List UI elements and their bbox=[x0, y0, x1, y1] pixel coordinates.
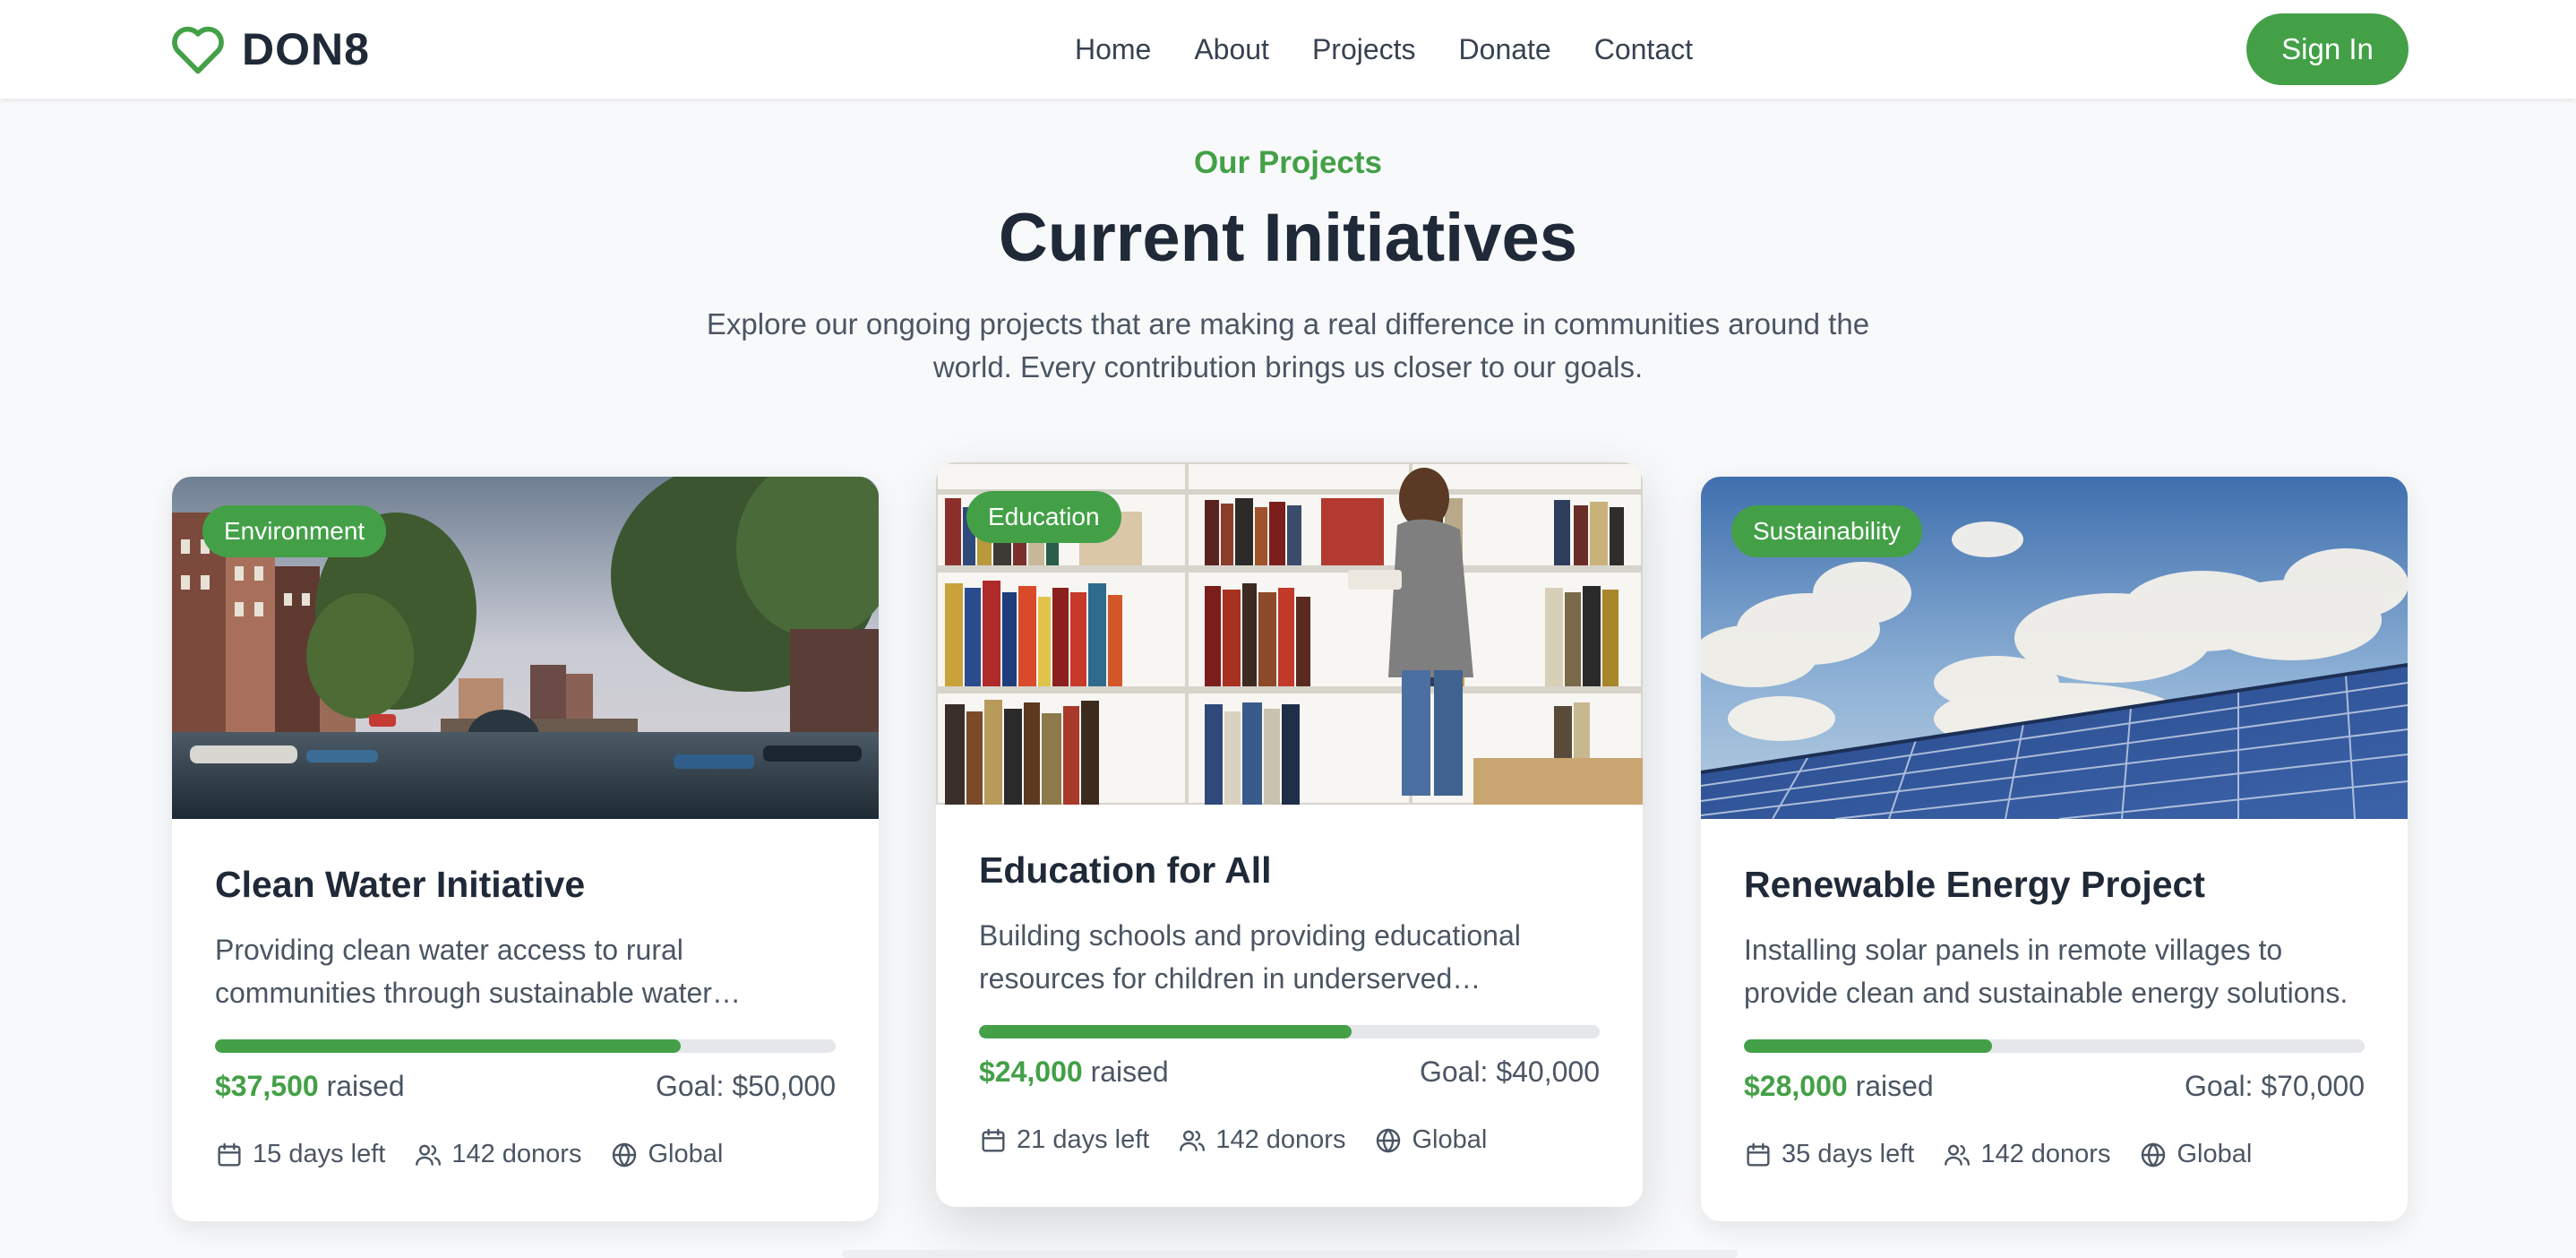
users-icon bbox=[1180, 1130, 1206, 1151]
progress-fill bbox=[215, 1039, 681, 1053]
goal-amount: Goal: $50,000 bbox=[655, 1070, 836, 1102]
days-left-text: 15 days left bbox=[253, 1140, 386, 1168]
goal-amount: Goal: $40,000 bbox=[1419, 1056, 1600, 1088]
section-divider bbox=[842, 1250, 1738, 1258]
location: Global bbox=[610, 1140, 723, 1169]
nav-about[interactable]: About bbox=[1194, 33, 1269, 66]
users-icon bbox=[1945, 1144, 1971, 1166]
section-subtitle: Explore our ongoing projects that are ma… bbox=[706, 307, 1870, 383]
days-left: 35 days left bbox=[1744, 1140, 1914, 1169]
nav-donate[interactable]: Donate bbox=[1459, 33, 1551, 66]
nav-contact[interactable]: Contact bbox=[1594, 33, 1693, 66]
project-image-canal: Environment bbox=[172, 477, 879, 819]
project-description: Building schools and providing education… bbox=[979, 919, 1521, 995]
globe-icon bbox=[2142, 1142, 2166, 1168]
project-card[interactable]: Sustainability Renewable Energy Project … bbox=[1701, 477, 2408, 1221]
project-description: Installing solar panels in remote villag… bbox=[1744, 934, 2348, 1009]
main-nav: Home About Projects Donate Contact bbox=[1075, 0, 1693, 99]
raised-amount: $28,000 bbox=[1744, 1070, 1848, 1102]
donors: 142 donors bbox=[414, 1140, 581, 1169]
funding-progress-bar bbox=[215, 1039, 836, 1053]
users-icon bbox=[416, 1144, 442, 1166]
raised-info: $24,000 raised bbox=[979, 1056, 1169, 1089]
raised-label: raised bbox=[1090, 1056, 1169, 1088]
location-text: Global bbox=[2177, 1140, 2253, 1168]
raised-info: $37,500 raised bbox=[215, 1070, 405, 1103]
raised-amount: $24,000 bbox=[979, 1056, 1083, 1088]
project-meta: 21 days left 142 donors Global bbox=[979, 1125, 1600, 1155]
days-left: 15 days left bbox=[215, 1140, 385, 1169]
globe-icon bbox=[1377, 1127, 1401, 1153]
project-title[interactable]: Clean Water Initiative bbox=[215, 864, 585, 906]
days-left-text: 21 days left bbox=[1017, 1125, 1150, 1154]
donors-text: 142 donors bbox=[1215, 1125, 1346, 1154]
project-title[interactable]: Renewable Energy Project bbox=[1744, 864, 2205, 906]
donors: 142 donors bbox=[1943, 1140, 2110, 1169]
raised-label: raised bbox=[1855, 1070, 1934, 1102]
location: Global bbox=[1374, 1125, 1487, 1155]
funding-row: $28,000 raised Goal: $70,000 bbox=[1744, 1070, 2365, 1103]
funding-row: $24,000 raised Goal: $40,000 bbox=[979, 1056, 1600, 1089]
section-title: Current Initiatives bbox=[998, 200, 1578, 276]
calendar-icon bbox=[218, 1142, 241, 1167]
brand-name: DON8 bbox=[242, 24, 370, 74]
sign-in-button[interactable]: Sign In bbox=[2246, 13, 2409, 85]
location-text: Global bbox=[648, 1140, 724, 1168]
donors-text: 142 donors bbox=[451, 1140, 582, 1168]
funding-progress-bar bbox=[979, 1025, 1600, 1038]
project-description: Providing clean water access to rural co… bbox=[215, 934, 741, 1009]
calendar-icon bbox=[1747, 1142, 1770, 1167]
project-meta: 15 days left 142 donors Global bbox=[215, 1140, 836, 1169]
calendar-icon bbox=[982, 1128, 1005, 1152]
category-badge: Sustainability bbox=[1731, 505, 1922, 557]
donors: 142 donors bbox=[1178, 1125, 1345, 1155]
location-text: Global bbox=[1412, 1125, 1488, 1154]
progress-fill bbox=[979, 1025, 1352, 1038]
project-title[interactable]: Education for All bbox=[979, 849, 1271, 892]
donors-text: 142 donors bbox=[1980, 1140, 2111, 1168]
funding-progress-bar bbox=[1744, 1039, 2365, 1053]
location: Global bbox=[2139, 1140, 2252, 1169]
nav-projects[interactable]: Projects bbox=[1312, 33, 1416, 66]
project-card[interactable]: Environment Clean Water Initiative Provi… bbox=[172, 477, 879, 1221]
project-card[interactable]: Education Education for All Building sch… bbox=[936, 462, 1643, 1207]
category-badge: Education bbox=[966, 491, 1121, 543]
section-eyebrow: Our Projects bbox=[1193, 145, 1383, 180]
funding-row: $37,500 raised Goal: $50,000 bbox=[215, 1070, 836, 1103]
goal-amount: Goal: $70,000 bbox=[2184, 1070, 2365, 1102]
project-meta: 35 days left 142 donors Global bbox=[1744, 1140, 2365, 1169]
globe-icon bbox=[613, 1142, 637, 1168]
nav-home[interactable]: Home bbox=[1075, 33, 1151, 66]
days-left: 21 days left bbox=[979, 1125, 1149, 1155]
project-image-library: Education bbox=[936, 462, 1643, 805]
raised-label: raised bbox=[326, 1070, 405, 1102]
brand-logo[interactable]: DON8 bbox=[170, 18, 370, 81]
project-image-solar: Sustainability bbox=[1701, 477, 2408, 819]
raised-amount: $37,500 bbox=[215, 1070, 319, 1102]
raised-info: $28,000 raised bbox=[1744, 1070, 1934, 1103]
progress-fill bbox=[1744, 1039, 1993, 1053]
category-badge: Environment bbox=[202, 505, 387, 557]
site-header: DON8 Home About Projects Donate Contact … bbox=[0, 0, 2576, 99]
days-left-text: 35 days left bbox=[1782, 1140, 1915, 1168]
heart-icon bbox=[172, 26, 224, 74]
